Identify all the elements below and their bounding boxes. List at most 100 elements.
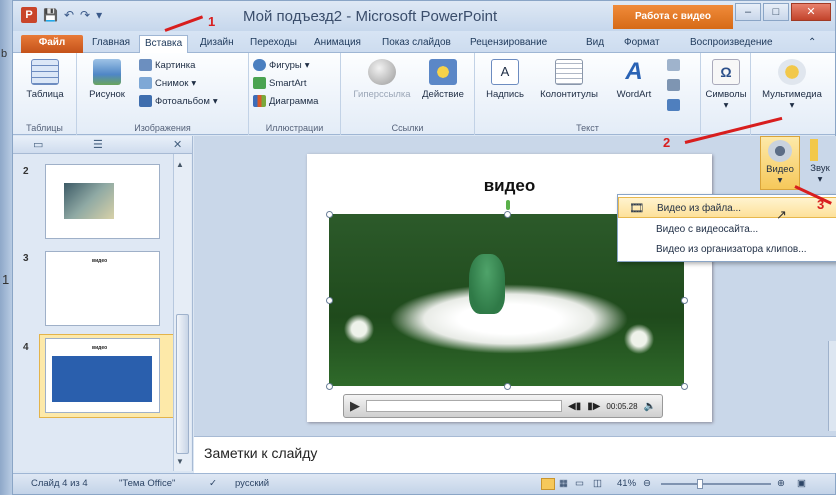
resize-handle-l[interactable] (326, 297, 333, 304)
symbols-button[interactable]: Ω Символы ▾ (701, 57, 751, 111)
video-file-icon: 🎞 (629, 201, 645, 215)
slide-title[interactable]: видео (307, 176, 712, 196)
object-button[interactable] (667, 99, 680, 111)
maximize-button[interactable]: □ (763, 3, 789, 21)
customize-qat-icon[interactable]: ▾ (96, 8, 102, 22)
shapes-button[interactable]: Фигуры ▾ (253, 59, 310, 71)
redo-icon[interactable]: ↷ (80, 8, 90, 22)
video-seek-bar[interactable] (366, 400, 562, 412)
tab-playback[interactable]: Воспроизведение (685, 35, 778, 53)
save-icon[interactable]: 💾 (43, 8, 58, 22)
zoom-out-icon[interactable]: ⊖ (643, 478, 651, 489)
tab-insert[interactable]: Вставка (139, 35, 189, 53)
chart-label: Диаграмма (269, 95, 319, 107)
scroll-up-icon[interactable]: ▲ (176, 160, 184, 169)
zoom-in-icon[interactable]: ⊕ (777, 478, 785, 489)
zoom-slider[interactable] (661, 483, 771, 485)
slideshow-view-icon[interactable]: ◫ (593, 478, 602, 489)
resize-handle-bl[interactable] (326, 383, 333, 390)
sound-button[interactable]: Звук ▾ (804, 136, 836, 190)
panel-close-icon[interactable]: ✕ (173, 138, 182, 151)
clipart-label: Картинка (155, 59, 196, 71)
date-time-button[interactable] (667, 59, 680, 71)
menu-video-from-clip-organizer[interactable]: Видео из организатора клипов... (618, 239, 836, 260)
notes-pane[interactable]: Заметки к слайду (194, 436, 836, 473)
video-button[interactable]: Видео ▾ (760, 136, 800, 190)
screenshot-label: Снимок (155, 77, 189, 89)
table-label: Таблица (26, 89, 64, 100)
ribbon-minimize-icon[interactable]: ⌃ (803, 35, 821, 53)
tab-review[interactable]: Рецензирование (465, 35, 552, 53)
spellcheck-icon[interactable]: ✓ (209, 478, 217, 489)
slide-editing-area: видео ▶ ◀▮ ▮▶ 00:05.28 🔈 (194, 136, 756, 436)
rotate-handle[interactable] (506, 200, 510, 210)
slide-number-icon (667, 79, 680, 91)
menu-video-from-website[interactable]: Видео с видеосайта... (618, 219, 836, 240)
outline-tab-icon[interactable]: ☰ (93, 138, 103, 151)
picture-button[interactable]: Рисунок (81, 57, 133, 100)
minimize-button[interactable]: – (735, 3, 761, 21)
action-label: Действие (422, 89, 464, 100)
group-tables: Таблица Таблицы (13, 53, 77, 135)
tab-slideshow[interactable]: Показ слайдов (377, 35, 456, 53)
resize-handle-r[interactable] (681, 297, 688, 304)
scroll-down-icon[interactable]: ▼ (176, 457, 184, 466)
fit-to-window-icon[interactable]: ▣ (797, 478, 806, 489)
close-button[interactable]: ✕ (791, 3, 831, 21)
slide-number-4: 4 (23, 342, 29, 353)
step-forward-icon[interactable]: ▮▶ (587, 401, 600, 412)
tab-view[interactable]: Вид (581, 35, 609, 53)
tab-home[interactable]: Главная (87, 35, 135, 53)
chart-button[interactable]: Диаграмма (253, 95, 318, 107)
normal-view-icon[interactable] (541, 478, 555, 490)
thumbnail-3-title: видео (92, 258, 108, 264)
volume-icon[interactable]: 🔈 (644, 401, 656, 412)
header-footer-button[interactable]: Колонтитулы (531, 57, 607, 100)
step-back-icon[interactable]: ◀▮ (568, 401, 581, 412)
panel-scrollbar[interactable]: ▲ ▼ (173, 154, 191, 471)
slide-thumbnail-3[interactable]: видео (45, 251, 160, 326)
menu-video-from-file[interactable]: 🎞 Видео из файла... (618, 197, 836, 218)
slide-thumbnail-4[interactable]: видео (45, 338, 160, 413)
scroll-thumb[interactable] (176, 314, 189, 454)
slide-number-2: 2 (23, 166, 29, 177)
media-button[interactable]: Мультимедиа ▾ (753, 57, 831, 111)
tab-file[interactable]: Файл (21, 35, 83, 53)
photo-album-button[interactable]: Фотоальбом ▾ (139, 95, 218, 107)
action-button[interactable]: Действие (417, 57, 469, 100)
reading-view-icon[interactable]: ▭ (575, 478, 584, 489)
slide-sorter-view-icon[interactable]: ▦ (559, 478, 568, 489)
edge-text-2: 1 (2, 272, 10, 287)
resize-handle-br[interactable] (681, 383, 688, 390)
play-icon[interactable]: ▶ (350, 398, 360, 414)
tab-design[interactable]: Дизайн (195, 35, 239, 53)
table-button[interactable]: Таблица (19, 57, 71, 100)
clipart-button[interactable]: Картинка (139, 59, 195, 71)
screenshot-button[interactable]: Снимок ▾ (139, 77, 196, 89)
resize-handle-t[interactable] (504, 211, 511, 218)
resize-handle-tl[interactable] (326, 211, 333, 218)
links-group-label: Ссылки (391, 123, 424, 133)
tab-animation[interactable]: Анимация (309, 35, 366, 53)
speaker-icon (778, 59, 806, 85)
screenshot-icon (139, 77, 152, 89)
zoom-slider-thumb[interactable] (697, 479, 703, 489)
smartart-button[interactable]: SmartArt (253, 77, 306, 89)
zoom-level[interactable]: 41% (617, 478, 636, 489)
tab-transitions[interactable]: Переходы (245, 35, 302, 53)
tab-format[interactable]: Формат (619, 35, 665, 53)
slide-scrollbar[interactable] (828, 341, 836, 431)
slide-number-button[interactable] (667, 79, 680, 91)
shapes-icon (253, 59, 266, 71)
wordart-button[interactable]: A WordArt (609, 57, 659, 101)
slide-thumbnail-2[interactable] (45, 164, 160, 239)
edge-text-1: b (1, 48, 8, 60)
mouse-cursor-icon: ↗ (776, 207, 787, 222)
resize-handle-b[interactable] (504, 383, 511, 390)
flower-left-image (339, 314, 379, 344)
hyperlink-button[interactable]: Гиперссылка (351, 57, 413, 100)
undo-icon[interactable]: ↶ (64, 8, 74, 22)
textbox-button[interactable]: A Надпись (479, 57, 531, 100)
thumbnail-4-title: видео (92, 345, 108, 351)
slides-tab-icon[interactable]: ▭ (33, 138, 43, 151)
